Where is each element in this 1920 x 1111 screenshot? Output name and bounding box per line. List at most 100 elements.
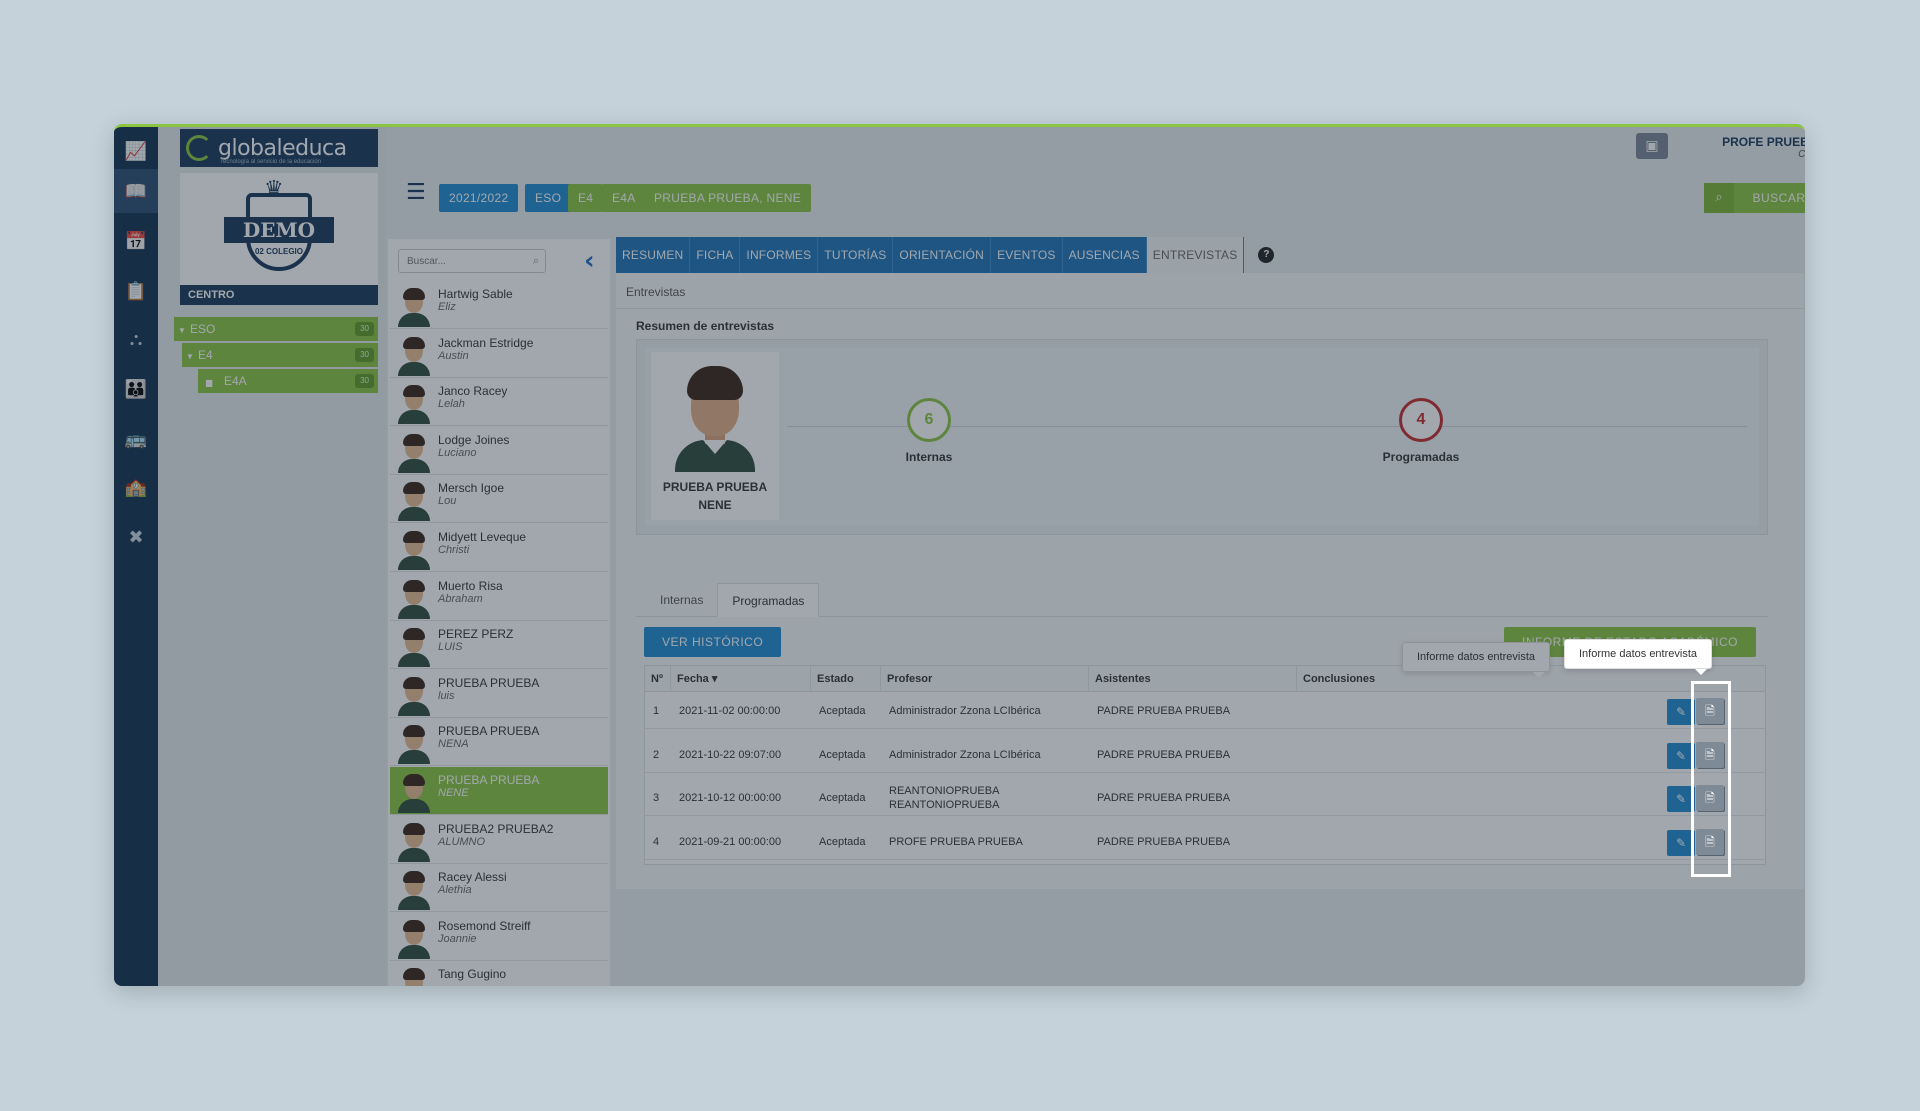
breadcrumb-student[interactable]: PRUEBA PRUEBA, NENE [644,184,812,212]
school-icon[interactable]: 🏫 [122,473,150,501]
view-history-button[interactable]: VER HISTÓRICO [644,627,782,657]
family-icon[interactable]: 👪 [122,375,150,403]
user-card-icon[interactable]: ▣ [1636,133,1668,159]
student-firstname: Christi [438,544,470,556]
table-row[interactable]: 3 2021-10-12 00:00:00 Aceptada REANTONIOPRU… [645,780,1765,816]
brand-logo[interactable]: globaleduca Tecnología al servicio de la… [180,129,378,167]
breadcrumb-group[interactable]: E4A [602,184,646,212]
subtab-programadas[interactable]: Programadas [717,583,820,617]
student-firstname: NENE [438,787,469,799]
subtab-internas[interactable]: Internas [646,583,717,617]
tab-eventos[interactable]: EVENTOS [991,237,1063,273]
cell-date: 2021-09-21 00:00:00 [679,835,782,848]
interview-report-button-highlighted[interactable]: 🗎 [1696,785,1724,811]
stat-internas: 6 Internas [879,398,979,464]
student-tabs: RESUMEN FICHA INFORMES TUTORÍAS ORIENTAC… [616,237,1275,273]
tree-root[interactable]: CENTRO [180,285,378,305]
tab-ficha[interactable]: FICHA [690,237,741,273]
col-number[interactable]: Nº [645,666,671,692]
student-list-item[interactable]: PRUEBA PRUEBA luis [390,669,608,718]
student-surname: Lodge Joines [438,432,510,447]
tree-node-e4a[interactable]: ▆ E4A 30 [198,369,378,393]
student-firstname: luis [438,689,455,702]
student-list-item[interactable]: Rosemond Streiff Joannie [390,912,608,961]
interview-report-button-highlighted[interactable]: 🗎 [1696,741,1724,768]
main-panel: Entrevistas Resumen de entrevistas PRUEB… [616,273,1804,889]
cell-number: 2 [653,748,660,761]
edit-interview-button[interactable]: ✎ [1667,742,1695,769]
student-firstname: Abraham [438,592,483,605]
breadcrumb-stage[interactable]: ESO [525,184,572,212]
interview-report-button-highlighted[interactable]: 🗎 [1696,828,1724,855]
breadcrumb-course[interactable]: E4 [568,184,604,212]
tree-node-label: E4A [224,374,247,388]
col-attendees[interactable]: Asistentes [1089,666,1297,692]
calendar-icon[interactable]: 📅 [122,227,150,255]
tab-informes[interactable]: INFORMES [740,237,819,273]
student-avatar [396,579,432,619]
student-avatar [396,530,432,570]
student-avatar [396,822,432,862]
edit-interview-button[interactable]: ✎ [1667,786,1695,812]
tab-tutorias[interactable]: TUTORÍAS [818,237,894,273]
student-firstname: Austin [438,349,469,362]
student-avatar [396,627,432,668]
table-row[interactable]: 4 2021-09-21 00:00:00 Aceptada PROFE PRUEBA… [645,823,1765,860]
interviews-table: Nº Fecha ▾ Estado Profesor Asistentes Co… [644,665,1766,865]
tab-resumen[interactable]: RESUMEN [616,237,691,273]
student-list-item[interactable]: PRUEBA2 PRUEBA2 ALUMNO [390,815,608,864]
edit-interview-button[interactable]: ✎ [1667,829,1695,856]
student-list-item[interactable]: Lodge Joines Luciano [390,426,608,475]
student-list-item[interactable]: Mersch Igoe Lou [390,475,608,524]
student-list-item[interactable]: Tang Gugino [390,961,608,986]
student-search[interactable]: ⌕ [398,249,546,273]
tabs-help-icon[interactable]: ? [1258,247,1275,263]
tree-node-e4[interactable]: ▼ E4 30 [182,343,378,367]
student-list-item[interactable]: PRUEBA PRUEBA NENA [390,718,608,767]
breadcrumb-year[interactable]: 2021/2022 [439,184,519,212]
col-status[interactable]: Estado [811,666,881,692]
table-row[interactable]: 2 2021-10-22 09:07:00 Aceptada Administrado… [645,736,1765,773]
interview-report-button-highlighted[interactable]: 🗎 [1696,698,1724,724]
student-avatar [396,676,432,716]
clipboard-icon[interactable]: 📋 [122,277,150,305]
student-list-item[interactable]: Jackman Estridge Austin [390,329,608,378]
student-list-item[interactable]: PEREZ PERZ LUIS [390,621,608,670]
edit-interview-button[interactable]: ✎ [1667,699,1695,725]
col-date[interactable]: Fecha ▾ [671,666,811,692]
table-row[interactable]: 1 2021-11-02 00:00:00 Aceptada Administrado… [645,693,1765,729]
student-list-item[interactable]: Midyett Leveque Christi [390,524,608,572]
collapse-list-icon[interactable]: ‹ [584,248,604,275]
book-icon[interactable]: 📖 [114,169,158,213]
cell-status: Aceptada [819,748,866,761]
search-button[interactable]: ⌕ BUSCAR [1704,183,1805,213]
network-icon[interactable]: ✖ [122,523,150,551]
org-icon[interactable]: ⛬ [122,325,150,353]
student-surname: Janco Racey [438,384,508,399]
search-icon: ⌕ [532,254,539,267]
cell-teacher: Administrador Zzona LCIbérica [889,748,1041,761]
student-list-item[interactable]: PRUEBA PRUEBA NENE [390,767,608,815]
col-teacher[interactable]: Profesor [881,666,1089,692]
count-badge: 30 [355,322,374,336]
tab-orientacion[interactable]: ORIENTACIÓN [893,237,992,273]
chart-icon[interactable]: 📈 [122,137,150,165]
student-list-item[interactable]: Janco Racey Lelah [390,378,608,427]
tree-node-eso[interactable]: ▼ ESO 30 [174,317,378,341]
student-list-item[interactable]: Hartwig Sable Eliz [390,281,608,329]
tab-ausencias[interactable]: AUSENCIAS [1062,237,1147,273]
student-list: ⌕ ‹ Hartwig SableElizJackman EstridgeAus… [388,239,610,986]
count-badge: 30 [355,374,374,388]
student-list-item[interactable]: Racey Alessi Alethia [390,864,608,913]
count-badge: 30 [355,348,374,362]
stat-programadas-label: Programadas [1382,450,1460,464]
student-surname: Mersch Igoe [438,481,505,496]
student-list-item[interactable]: Muerto Risa Abraham [390,572,608,621]
student-search-input[interactable] [399,250,519,272]
tab-entrevistas[interactable]: ENTREVISTAS [1146,237,1245,273]
bus-icon[interactable]: 🚌 [122,425,150,453]
tree-panel: globaleduca Tecnología al servicio de la… [158,127,386,986]
menu-icon[interactable]: ☰ [406,182,428,204]
student-avatar [396,967,432,986]
student-avatar [396,287,432,327]
